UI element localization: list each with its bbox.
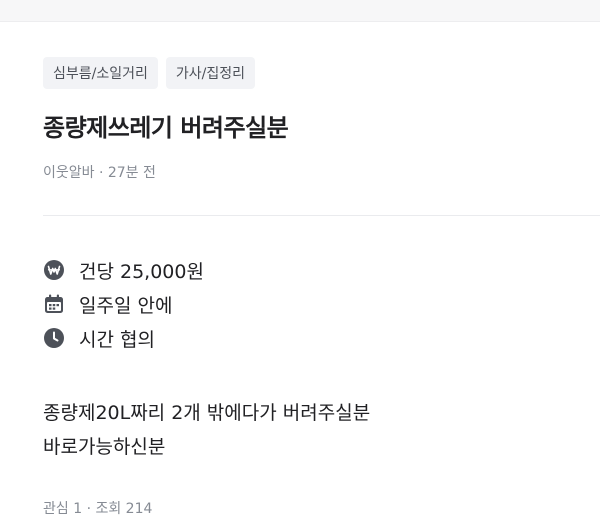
top-bar-strip	[0, 0, 600, 22]
schedule-row: 일주일 안에	[43, 287, 204, 321]
won-icon	[43, 259, 65, 281]
pay-row: 건당 25,000원	[43, 253, 204, 287]
time-row: 시간 협의	[43, 321, 204, 355]
schedule-text: 일주일 안에	[79, 294, 173, 317]
post-body: 종량제20L짜리 2개 밖에다가 버려주실분 바로가능하신분	[43, 396, 370, 464]
calendar-icon	[43, 293, 65, 315]
post-meta: 이웃알바 · 27분 전	[43, 165, 156, 181]
pay-text: 건당 25,000원	[79, 260, 204, 283]
post-body-line: 종량제20L짜리 2개 밖에다가 버려주실분	[43, 402, 371, 424]
clock-icon	[43, 327, 65, 349]
post-body-line: 바로가능하신분	[43, 436, 166, 458]
post-title: 종량제쓰레기 버려주실분	[43, 114, 289, 142]
time-text: 시간 협의	[79, 328, 155, 351]
post-stats: 관심 1 · 조회 214	[43, 501, 153, 517]
divider	[43, 215, 600, 216]
category-tag-errand[interactable]: 심부름/소일거리	[43, 57, 158, 89]
category-tag-housework[interactable]: 가사/집정리	[165, 57, 256, 89]
category-tags: 심부름/소일거리 가사/집정리	[43, 57, 256, 89]
job-details: 건당 25,000원 일주일 안에 시간 협의	[43, 253, 204, 355]
